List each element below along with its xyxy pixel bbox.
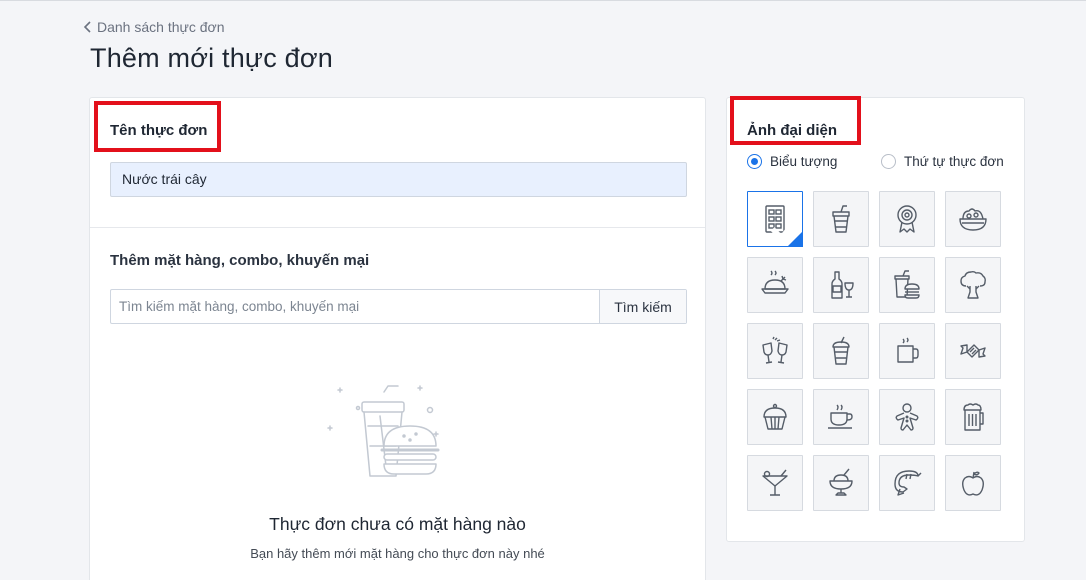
icon-option-cocktail[interactable]: [747, 455, 803, 511]
fast-food-icon: [894, 270, 920, 299]
icon-option-menu-grid[interactable]: [747, 191, 803, 247]
cupcake-icon: [763, 403, 787, 430]
icon-option-roast-chicken[interactable]: [747, 257, 803, 313]
icon-option-apple[interactable]: [945, 455, 1001, 511]
empty-state-subtitle: Bạn hãy thêm mới mặt hàng cho thực đơn n…: [250, 546, 545, 561]
radio-order-option[interactable]: Thứ tự thực đơn: [881, 154, 1004, 169]
cocktail-icon: [762, 469, 788, 496]
coffee-mug-icon: [897, 337, 919, 363]
icon-option-shrimp[interactable]: [879, 455, 935, 511]
juice-cup-icon: [832, 336, 850, 365]
icon-option-beer-mug[interactable]: [945, 389, 1001, 445]
radio-checked-indicator[interactable]: [747, 154, 762, 169]
medal-icon: [897, 205, 917, 233]
roast-chicken-icon: [761, 270, 789, 294]
toast-glasses-icon: [762, 336, 788, 364]
ice-cream-bowl-icon: [829, 468, 853, 496]
wine-bottle-glass-icon: [831, 271, 854, 299]
breadcrumb-label: Danh sách thực đơn: [97, 19, 225, 35]
avatar-label: Ảnh đại diện: [747, 122, 837, 139]
icon-option-cupcake[interactable]: [747, 389, 803, 445]
broccoli-icon: [960, 270, 986, 299]
icon-option-wine-bottle[interactable]: [813, 257, 869, 313]
avatar-icon-grid: [747, 191, 1001, 511]
icon-option-tea-cup[interactable]: [813, 389, 869, 445]
gingerbread-icon: [895, 403, 919, 431]
search-button[interactable]: Tìm kiếm: [599, 290, 686, 323]
chevron-left-icon: [83, 21, 91, 33]
menu-form-card: Tên thực đơn Nước trái cây Thêm mặt hàng…: [89, 97, 706, 580]
menu-name-label: Tên thực đơn: [110, 122, 208, 139]
salad-bowl-icon: [959, 208, 987, 231]
avatar-card: Ảnh đại diện Biểu tượng Thứ tự thực đơn: [726, 96, 1025, 542]
icon-option-broccoli[interactable]: [945, 257, 1001, 313]
menu-name-section: Tên thực đơn Nước trái cây: [90, 98, 705, 228]
icon-option-ice-cream-bowl[interactable]: [813, 455, 869, 511]
candy-icon: [960, 344, 986, 358]
item-search-bar: Tìm kiếm: [110, 289, 687, 324]
icon-option-fast-food[interactable]: [879, 257, 935, 313]
tea-cup-icon: [828, 404, 853, 429]
icon-option-juice-cup[interactable]: [813, 323, 869, 379]
icon-option-toast-glasses[interactable]: [747, 323, 803, 379]
drink-cup-icon: [832, 205, 850, 233]
breadcrumb-back-link[interactable]: Danh sách thực đơn: [83, 19, 225, 35]
add-items-label: Thêm mặt hàng, combo, khuyến mại: [110, 252, 370, 269]
empty-state-title: Thực đơn chưa có mặt hàng nào: [269, 514, 526, 534]
menu-name-input[interactable]: Nước trái cây: [110, 162, 687, 197]
check-icon: [770, 216, 800, 242]
empty-menu-illustration-icon: [327, 385, 440, 477]
icon-option-gingerbread[interactable]: [879, 389, 935, 445]
radio-label: Biểu tượng: [770, 154, 838, 169]
icon-option-drink-cup[interactable]: [813, 191, 869, 247]
item-search-input[interactable]: [111, 290, 599, 323]
page-title: Thêm mới thực đơn: [90, 43, 333, 73]
radio-icon-option[interactable]: Biểu tượng: [747, 154, 837, 169]
radio-unchecked-indicator[interactable]: [881, 154, 896, 169]
shrimp-icon: [894, 470, 922, 496]
icon-option-coffee-mug[interactable]: [879, 323, 935, 379]
radio-label: Thứ tự thực đơn: [904, 154, 1004, 169]
beer-mug-icon: [963, 403, 984, 431]
icon-option-medal[interactable]: [879, 191, 935, 247]
icon-option-candy[interactable]: [945, 323, 1001, 379]
icon-option-salad-bowl[interactable]: [945, 191, 1001, 247]
apple-icon: [962, 471, 984, 496]
